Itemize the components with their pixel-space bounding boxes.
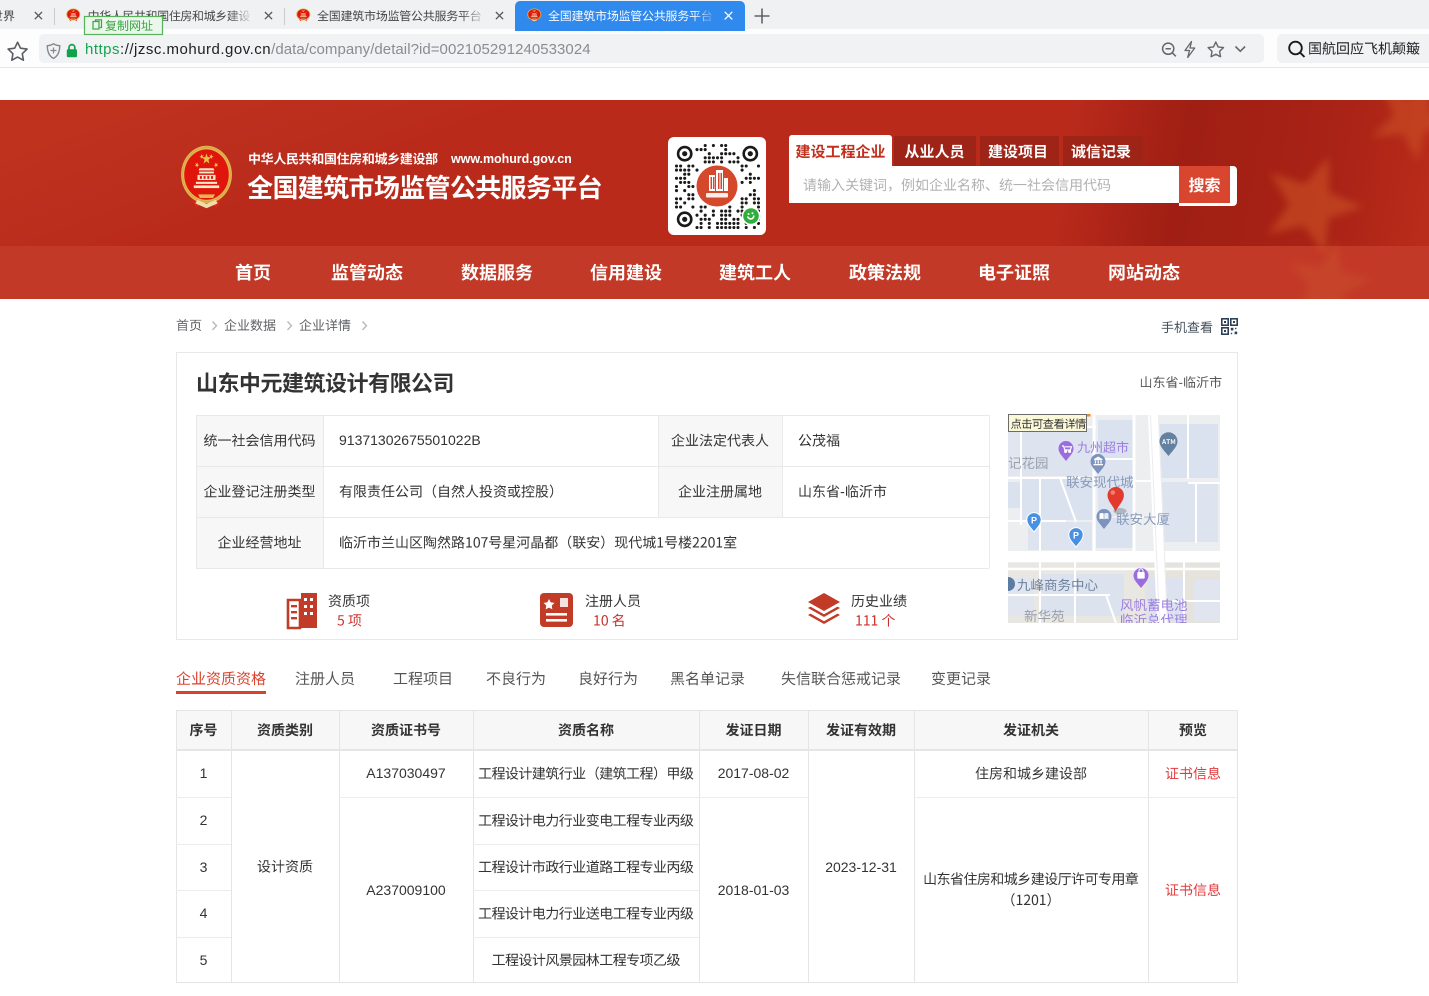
svg-text:P: P: [1073, 530, 1079, 540]
svg-text:P: P: [1031, 515, 1037, 525]
